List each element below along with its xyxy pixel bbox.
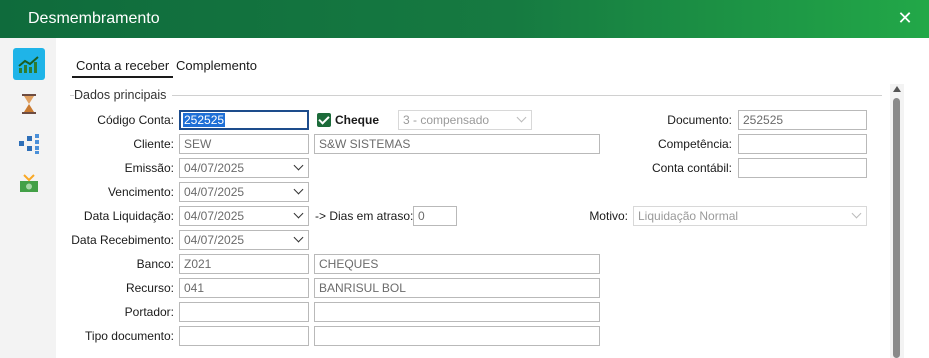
chevron-down-icon: [293, 184, 304, 195]
chevron-down-icon: [293, 208, 304, 219]
motivo-label: Motivo:: [589, 209, 628, 223]
documento-label: Documento:: [667, 113, 732, 127]
tipo-documento-code-input[interactable]: [179, 326, 309, 346]
data-liquidacao-label: Data Liquidação:: [83, 209, 174, 223]
recurso-name-input[interactable]: BANRISUL BOL: [314, 278, 600, 298]
data-liquidacao-date-picker[interactable]: 04/07/2025: [179, 206, 309, 226]
emissao-label: Emissão:: [124, 161, 174, 175]
side-toolbar: [0, 38, 56, 358]
tab-conta-a-receber[interactable]: Conta a receber: [72, 58, 174, 78]
cliente-name-input[interactable]: S&W SISTEMAS: [314, 134, 600, 154]
competencia-label: Competência:: [657, 137, 732, 151]
banco-label: Banco:: [136, 257, 174, 271]
chevron-down-icon: [293, 232, 304, 243]
vencimento-label: Vencimento:: [107, 185, 174, 199]
money-icon[interactable]: [13, 168, 45, 200]
conta-contabil-label: Conta contábil:: [651, 161, 732, 175]
vertical-scrollbar[interactable]: [890, 84, 904, 358]
tipo-documento-label: Tipo documento:: [85, 329, 174, 343]
window-title: Desmembramento: [28, 10, 160, 27]
codigo-conta-input[interactable]: 252525: [179, 110, 309, 130]
hourglass-icon[interactable]: [13, 88, 45, 120]
banco-name-input[interactable]: CHEQUES: [314, 254, 600, 274]
banco-code-input[interactable]: Z021: [179, 254, 309, 274]
cliente-label: Cliente:: [133, 137, 174, 151]
content-panel: Conta a receber Complemento Dados princi…: [56, 38, 929, 358]
dias-atraso-label: -> Dias em atraso:: [315, 209, 414, 223]
cheque-status-select[interactable]: 3 - compensado: [398, 110, 532, 130]
scroll-thumb[interactable]: [893, 98, 900, 358]
cliente-code-input[interactable]: SEW: [179, 134, 309, 154]
hierarchy-icon[interactable]: [13, 128, 45, 160]
portador-label: Portador:: [124, 305, 174, 319]
motivo-select[interactable]: Liquidação Normal: [633, 206, 867, 226]
tab-complemento[interactable]: Complemento: [172, 58, 261, 78]
chevron-down-icon: [293, 160, 304, 171]
cheque-label: Cheque: [335, 113, 380, 127]
portador-code-input[interactable]: [179, 302, 309, 322]
dias-atraso-input[interactable]: 0: [413, 206, 457, 226]
emissao-date-picker[interactable]: 04/07/2025: [179, 158, 309, 178]
title-bar: Desmembramento ✕: [0, 0, 929, 38]
data-recebimento-date-picker[interactable]: 04/07/2025: [179, 230, 309, 250]
chart-icon[interactable]: [13, 48, 45, 80]
recurso-code-input[interactable]: 041: [179, 278, 309, 298]
section-title: Dados principais: [74, 88, 173, 102]
vencimento-date-picker[interactable]: 04/07/2025: [179, 182, 309, 202]
portador-name-input[interactable]: [314, 302, 600, 322]
conta-contabil-input[interactable]: [738, 158, 867, 178]
competencia-input[interactable]: [738, 134, 867, 154]
codigo-conta-label: Código Conta:: [97, 113, 174, 127]
close-icon[interactable]: ✕: [895, 8, 915, 28]
scroll-up-icon[interactable]: [893, 86, 901, 92]
recurso-label: Recurso:: [125, 281, 174, 295]
documento-input[interactable]: 252525: [738, 110, 867, 130]
cheque-checkbox[interactable]: [317, 113, 331, 127]
data-recebimento-label: Data Recebimento:: [71, 233, 174, 247]
tipo-documento-name-input[interactable]: [314, 326, 600, 346]
section-divider: [70, 95, 882, 96]
